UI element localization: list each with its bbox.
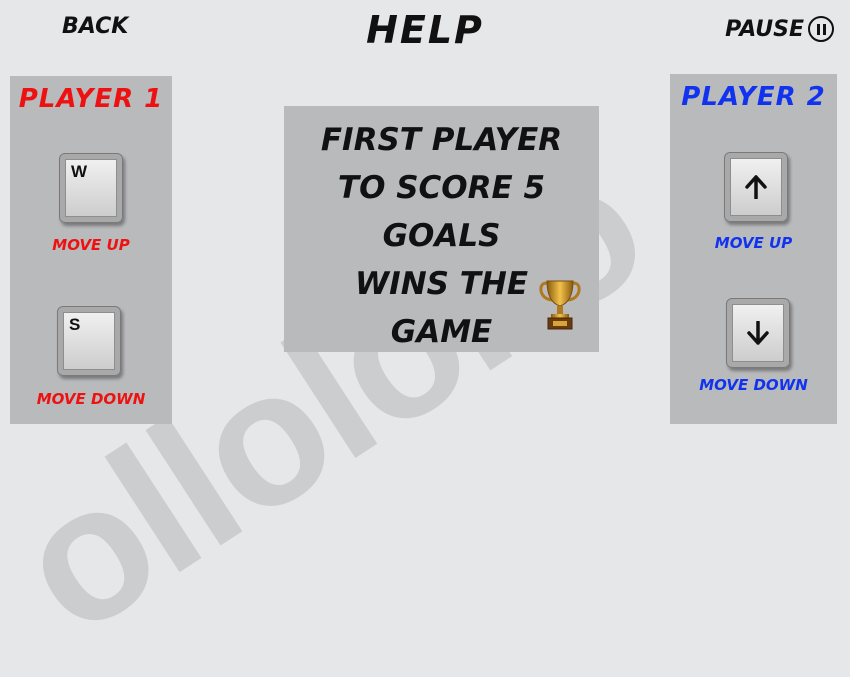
player2-move-down-label: MOVE DOWN bbox=[699, 376, 808, 394]
rules-line: GOALS bbox=[382, 218, 501, 254]
arrow-down-icon bbox=[747, 321, 769, 345]
page-title: HELP bbox=[366, 8, 484, 52]
w-key-label: W bbox=[71, 162, 88, 181]
player1-move-down-label: MOVE DOWN bbox=[36, 390, 146, 408]
player1-move-up-label: MOVE UP bbox=[52, 236, 130, 254]
rules-line: TO SCORE 5 bbox=[337, 170, 546, 206]
rules-panel: FIRST PLAYER TO SCORE 5 GOALS WINS THE G… bbox=[284, 106, 599, 352]
s-key[interactable]: S bbox=[57, 306, 121, 376]
player2-panel: PLAYER 2 MOVE UP MOVE DOWN bbox=[670, 74, 837, 424]
w-key[interactable]: W bbox=[59, 153, 123, 223]
player2-move-up-label: MOVE UP bbox=[714, 234, 793, 252]
s-key-label: S bbox=[69, 315, 81, 334]
player2-label: PLAYER 2 bbox=[681, 82, 826, 112]
player1-panel: PLAYER 1 W MOVE UP S MOVE DOWN bbox=[10, 76, 172, 424]
down-arrow-key[interactable] bbox=[726, 298, 790, 368]
trophy-icon bbox=[539, 280, 581, 330]
player1-label: PLAYER 1 bbox=[18, 84, 164, 114]
pause-button[interactable]: PAUSE bbox=[725, 16, 834, 42]
pause-label: PAUSE bbox=[725, 16, 804, 42]
up-arrow-key[interactable] bbox=[724, 152, 788, 222]
rules-line: FIRST PLAYER bbox=[320, 122, 563, 158]
pause-icon bbox=[808, 16, 834, 42]
arrow-up-icon bbox=[745, 175, 767, 199]
